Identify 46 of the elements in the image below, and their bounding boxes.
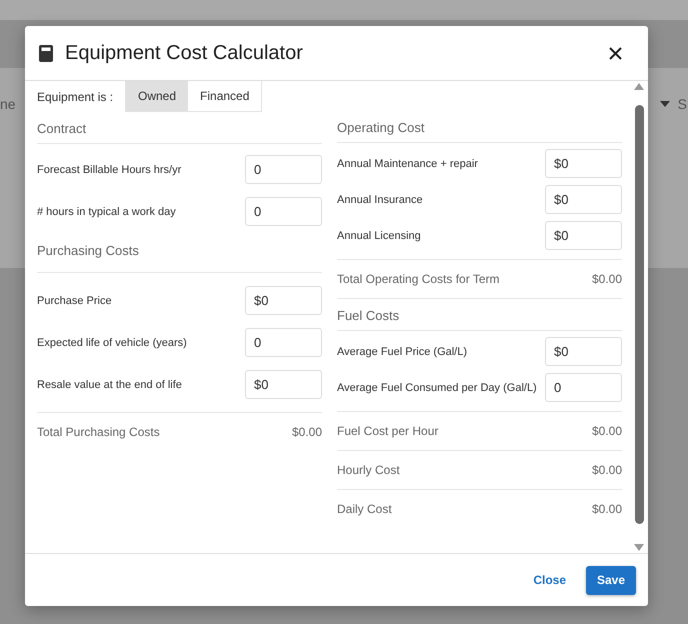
- dialog-title: Equipment Cost Calculator: [65, 42, 304, 64]
- input-field[interactable]: $0: [545, 149, 622, 178]
- save-button[interactable]: Save: [586, 566, 636, 594]
- ownership-label: Equipment is :: [37, 90, 114, 104]
- section-heading: Contract: [37, 112, 322, 144]
- ownership-option[interactable]: Owned: [126, 81, 188, 111]
- field-label: Annual Insurance: [337, 194, 423, 206]
- background-text: S: [678, 96, 687, 112]
- scroll-up-icon[interactable]: [634, 83, 644, 90]
- scrollbar[interactable]: [632, 83, 646, 551]
- section-heading: Purchasing Costs: [37, 234, 322, 273]
- total-label: Daily Cost: [337, 502, 392, 516]
- field-label: Resale value at the end of life: [37, 378, 182, 390]
- total-label: Total Purchasing Costs: [37, 425, 160, 439]
- input-field[interactable]: 0: [545, 373, 622, 402]
- field-label: Expected life of vehicle (years): [37, 336, 187, 348]
- background-text: ne: [0, 96, 16, 112]
- total-value: $0.00: [592, 502, 622, 516]
- caret-icon: [660, 101, 670, 107]
- scroll-down-icon[interactable]: [634, 544, 644, 551]
- field-label: Annual Maintenance + repair: [337, 158, 478, 170]
- close-button[interactable]: Close: [529, 569, 570, 591]
- field-label: Average Fuel Price (Gal/L): [337, 346, 468, 358]
- section-heading: Fuel Costs: [337, 298, 622, 331]
- input-field[interactable]: $0: [545, 337, 622, 366]
- total-label: Fuel Cost per Hour: [337, 424, 438, 438]
- total-label: Total Operating Costs for Term: [337, 272, 500, 286]
- total-value: $0.00: [592, 463, 622, 477]
- input-field[interactable]: $0: [545, 221, 622, 250]
- calculator-icon: [39, 44, 53, 62]
- input-field[interactable]: 0: [245, 155, 322, 184]
- input-field[interactable]: $0: [245, 286, 322, 315]
- field-label: Forecast Billable Hours hrs/yr: [37, 164, 182, 176]
- field-label: Average Fuel Consumed per Day (Gal/L): [337, 382, 537, 394]
- field-label: # hours in typical a work day: [37, 206, 176, 218]
- total-value: $0.00: [592, 424, 622, 438]
- input-field[interactable]: 0: [245, 328, 322, 357]
- field-label: Purchase Price: [37, 294, 112, 306]
- total-label: Hourly Cost: [337, 463, 400, 477]
- input-field[interactable]: $0: [245, 370, 322, 399]
- field-label: Annual Licensing: [337, 230, 421, 242]
- total-value: $0.00: [292, 425, 322, 439]
- input-field[interactable]: $0: [545, 185, 622, 214]
- section-heading: Operating Cost: [337, 112, 622, 143]
- input-field[interactable]: 0: [245, 197, 322, 226]
- total-value: $0.00: [592, 272, 622, 286]
